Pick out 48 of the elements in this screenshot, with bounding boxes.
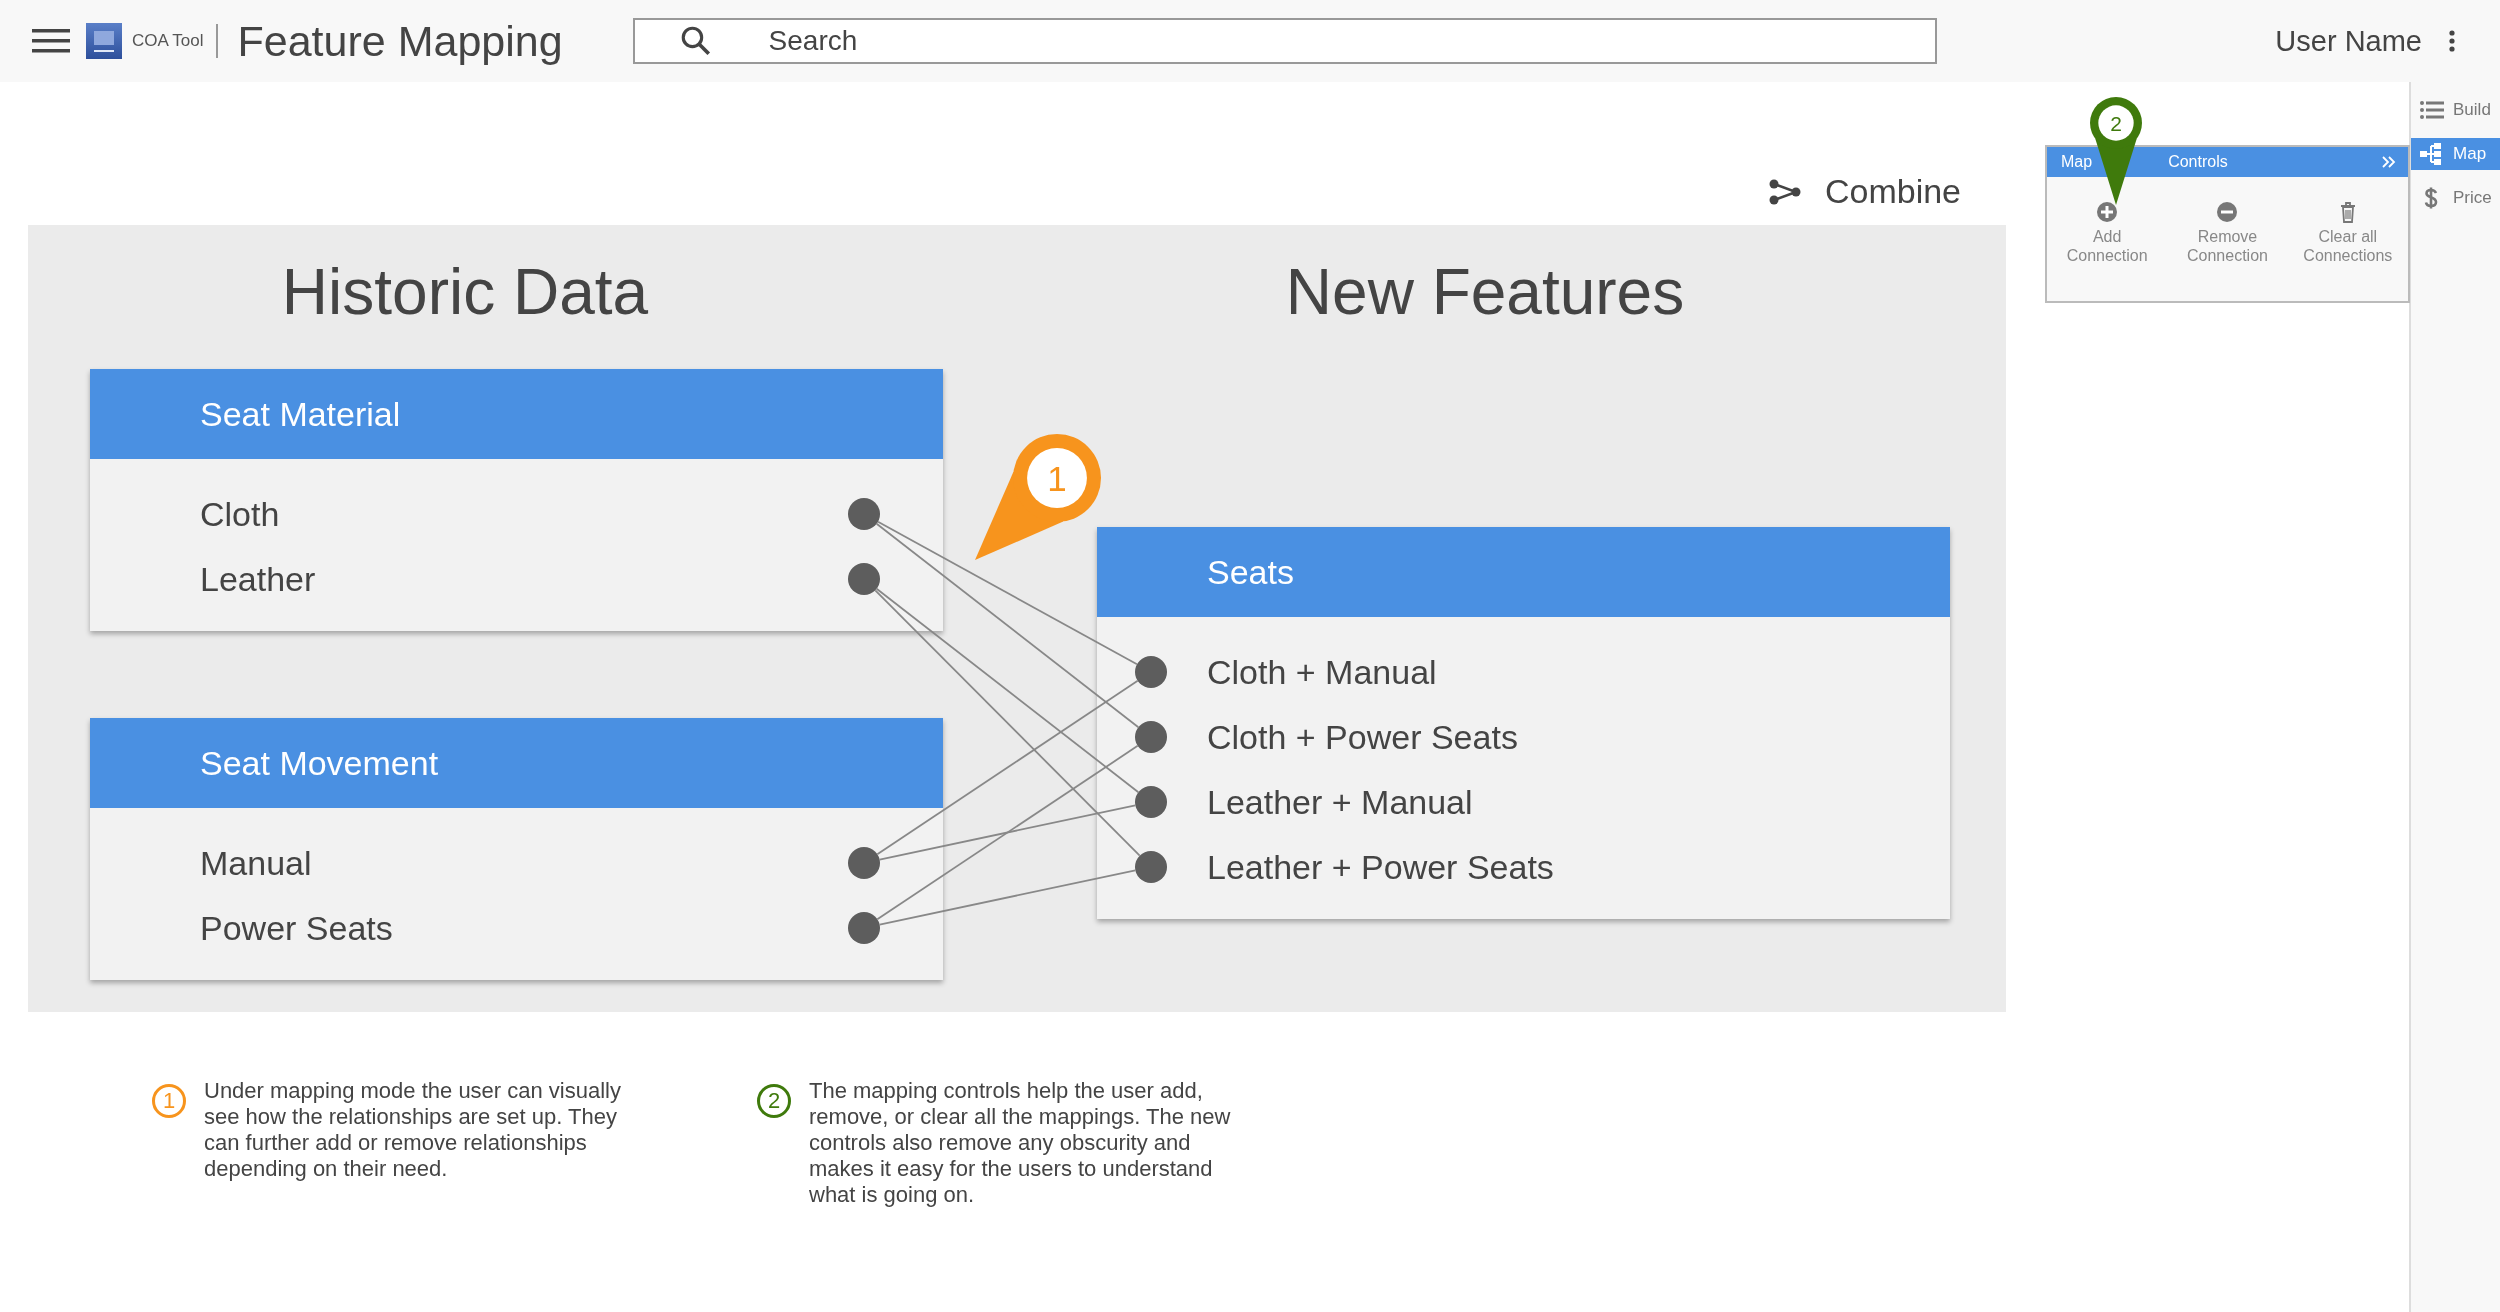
combine-button[interactable]: Combine xyxy=(1768,172,1962,211)
feature-label: Manual xyxy=(200,844,312,883)
connection-node[interactable] xyxy=(1135,721,1167,753)
callout-number: 1 xyxy=(152,1084,186,1118)
card-header: Seats xyxy=(1097,527,1950,617)
feature-label: Leather + Manual xyxy=(1207,783,1473,822)
connection-node[interactable] xyxy=(1135,786,1167,818)
feature-label: Power Seats xyxy=(200,909,393,948)
panel-title: Controls xyxy=(2168,153,2228,171)
card-header: Seat Movement xyxy=(90,718,943,808)
pin-number: 1 xyxy=(1047,459,1067,499)
plus-icon xyxy=(2096,201,2119,223)
sidebar-tab[interactable]: Map xyxy=(2411,138,2500,170)
card-header: Seat Material xyxy=(90,369,943,459)
list-icon xyxy=(2419,98,2446,122)
user-name[interactable]: User Name xyxy=(2275,24,2422,58)
panel-button[interactable]: Add Connection xyxy=(2052,201,2163,265)
column-title: New Features xyxy=(1284,255,1686,329)
sidebar-tab[interactable]: Build xyxy=(2411,94,2500,126)
callout-number: 2 xyxy=(757,1084,791,1118)
pin-number: 2 xyxy=(2110,111,2122,135)
panel-button[interactable]: Clear all Connections xyxy=(2292,201,2403,265)
callout-note: The mapping controls help the user add, remove, or clear all the mappings. The new controls also remove any obscurity and makes it easy for the users to understand what is going on. xyxy=(809,1078,1232,1208)
search-field[interactable]: Search xyxy=(632,18,1937,64)
app-name: COA Tool xyxy=(132,24,218,58)
callout-note: Under mapping mode the user can visually see how the relationships are set up. They can further add or remove relationships depending on their need. xyxy=(204,1078,622,1183)
menu-icon[interactable] xyxy=(32,29,70,53)
minus-icon xyxy=(2216,201,2239,223)
feature-label: Cloth + Power Seats xyxy=(1207,718,1518,757)
connection-node[interactable] xyxy=(1135,851,1167,883)
connection-node[interactable] xyxy=(848,847,880,879)
logo-icon xyxy=(86,23,122,59)
panel-title: Map xyxy=(2061,153,2093,171)
page-title: Feature Mapping xyxy=(237,16,563,66)
feature-label: Cloth + Manual xyxy=(1207,653,1437,692)
sidebar-tab[interactable]: Price xyxy=(2411,182,2500,214)
more-icon[interactable] xyxy=(2448,30,2456,52)
merge-icon xyxy=(1768,178,1801,205)
feature-label: Cloth xyxy=(200,495,280,534)
connection-node[interactable] xyxy=(1135,656,1167,688)
connection-node[interactable] xyxy=(848,563,880,595)
connection-node[interactable] xyxy=(848,912,880,944)
column-title: Historic Data xyxy=(280,255,650,329)
panel-button[interactable]: Remove Connection xyxy=(2172,201,2283,265)
feature-label: Leather xyxy=(200,560,316,599)
collapse-icon[interactable] xyxy=(2382,156,2396,168)
connection-node[interactable] xyxy=(848,498,880,530)
feature-label: Leather + Power Seats xyxy=(1207,848,1554,887)
